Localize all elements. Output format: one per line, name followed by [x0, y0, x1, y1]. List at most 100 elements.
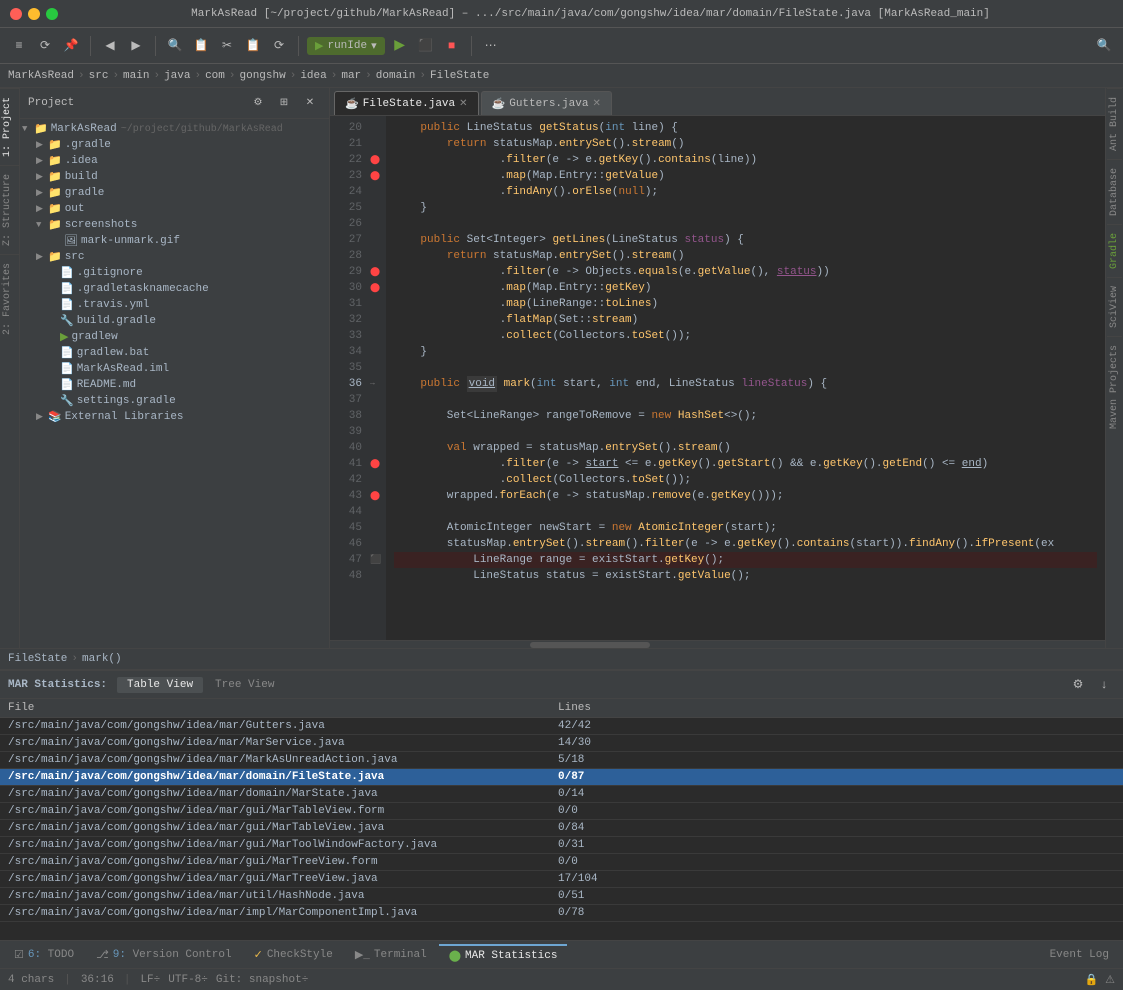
- tab-tree-view[interactable]: Tree View: [205, 677, 284, 693]
- scrollbar-horizontal[interactable]: [330, 640, 1105, 648]
- col-header-lines[interactable]: Lines: [550, 699, 1123, 718]
- close-button[interactable]: [10, 8, 22, 20]
- sidebar-settings-icon[interactable]: ⚙: [247, 92, 269, 114]
- tree-item-readme[interactable]: 📄 README.md: [20, 377, 329, 393]
- code-content[interactable]: public LineStatus getStatus(int line) { …: [386, 116, 1105, 640]
- tree-item-build[interactable]: ▶ 📁 build: [20, 169, 329, 185]
- toolbar-play-btn[interactable]: ▶: [389, 35, 411, 57]
- tree-item-gif[interactable]: 🖼 mark-unmark.gif: [20, 233, 329, 249]
- vtab-favorites[interactable]: 2: Favorites: [0, 254, 19, 343]
- tool-tab-todo[interactable]: ☑ 6: TODO: [4, 945, 84, 965]
- tree-item-gradlefolder[interactable]: ▶ 📁 gradle: [20, 185, 329, 201]
- toolbar-btn-1[interactable]: ≡: [8, 35, 30, 57]
- tree-item-out[interactable]: ▶ 📁 out: [20, 201, 329, 217]
- tree-item-screenshots[interactable]: ▼ 📁 screenshots: [20, 217, 329, 233]
- status-icon-2[interactable]: ⚠: [1105, 975, 1115, 987]
- toolbar-back[interactable]: ◀: [99, 35, 121, 57]
- maven-panel[interactable]: Maven Projects: [1107, 336, 1122, 437]
- bc-idea[interactable]: idea: [300, 70, 326, 82]
- table-row[interactable]: /src/main/java/com/gongshw/idea/mar/MarS…: [0, 735, 1123, 752]
- tool-tab-checkstyle[interactable]: ✓ CheckStyle: [244, 945, 343, 965]
- toolbar-btn-3[interactable]: 📌: [60, 35, 82, 57]
- database-panel[interactable]: Database: [1107, 159, 1122, 224]
- scroll-thumb[interactable]: [530, 642, 650, 648]
- toolbar-btn-5[interactable]: 📋: [190, 35, 212, 57]
- bc-gongshw[interactable]: gongshw: [240, 70, 286, 82]
- sidebar-expand-icon[interactable]: ⊞: [273, 92, 295, 114]
- toolbar-search[interactable]: 🔍: [1093, 35, 1115, 57]
- ant-build-panel[interactable]: Ant Build: [1107, 88, 1122, 159]
- table-row[interactable]: /src/main/java/com/gongshw/idea/mar/doma…: [0, 786, 1123, 803]
- tree-item-travis[interactable]: 📄 .travis.yml: [20, 297, 329, 313]
- col-header-file[interactable]: File: [0, 699, 550, 718]
- table-row[interactable]: /src/main/java/com/gongshw/idea/mar/Gutt…: [0, 718, 1123, 735]
- tree-item-buildgradle[interactable]: 🔧 build.gradle: [20, 313, 329, 329]
- table-row[interactable]: /src/main/java/com/gongshw/idea/mar/gui/…: [0, 837, 1123, 854]
- status-position[interactable]: 36:16: [81, 974, 114, 986]
- tree-item-gitignore[interactable]: 📄 .gitignore: [20, 265, 329, 281]
- toolbar-btn-4[interactable]: 🔍: [164, 35, 186, 57]
- table-row[interactable]: /src/main/java/com/gongshw/idea/mar/doma…: [0, 769, 1123, 786]
- bottom-settings-icon[interactable]: ⚙: [1067, 674, 1089, 696]
- toolbar-debug-btn[interactable]: ⬛: [415, 35, 437, 57]
- tree-item-iml[interactable]: 📄 MarkAsRead.iml: [20, 361, 329, 377]
- tree-item-gradle[interactable]: ▶ 📁 .gradle: [20, 137, 329, 153]
- gradle-panel[interactable]: Gradle: [1107, 224, 1122, 277]
- tree-item-gradletask[interactable]: 📄 .gradletasknamecache: [20, 281, 329, 297]
- run-button[interactable]: ▶ runIde ▾: [307, 37, 385, 55]
- status-vcs[interactable]: Git: snapshot÷: [216, 974, 308, 986]
- bc-domain[interactable]: domain: [376, 70, 416, 82]
- status-icon-1[interactable]: 🔒: [1085, 975, 1099, 987]
- toolbar-btn-6[interactable]: ✂: [216, 35, 238, 57]
- tool-tab-mar[interactable]: ⬤ MAR Statistics: [439, 944, 568, 966]
- toolbar-btn-2[interactable]: ⟳: [34, 35, 56, 57]
- tool-tab-eventlog[interactable]: Event Log: [1040, 946, 1119, 964]
- bc-java[interactable]: java: [164, 70, 190, 82]
- tab-filestate[interactable]: ☕ FileState.java ✕: [334, 91, 479, 115]
- loc-mark[interactable]: mark(): [82, 653, 122, 665]
- tab-gutters-close[interactable]: ✕: [592, 98, 600, 110]
- bc-mar[interactable]: mar: [341, 70, 361, 82]
- tab-table-view[interactable]: Table View: [117, 677, 203, 693]
- loc-filestate[interactable]: FileState: [8, 653, 67, 665]
- minimize-button[interactable]: [28, 8, 40, 20]
- tool-tab-terminal[interactable]: ▶_ Terminal: [345, 945, 437, 965]
- toolbar-btn-7[interactable]: 📋: [242, 35, 264, 57]
- toolbar-forward[interactable]: ▶: [125, 35, 147, 57]
- table-row[interactable]: /src/main/java/com/gongshw/idea/mar/Mark…: [0, 752, 1123, 769]
- toolbar-stop-btn[interactable]: ■: [441, 35, 463, 57]
- tree-item-settingsgradle[interactable]: 🔧 settings.gradle: [20, 393, 329, 409]
- toolbar-more[interactable]: ⋯: [480, 35, 502, 57]
- code-editor[interactable]: 20 21 22 23 24 25 26 27 28 29 30 31 32 3…: [330, 116, 1105, 640]
- tool-tab-vcs[interactable]: ⎇ 9: Version Control: [86, 945, 242, 965]
- table-row[interactable]: /src/main/java/com/gongshw/idea/mar/gui/…: [0, 820, 1123, 837]
- bc-com[interactable]: com: [205, 70, 225, 82]
- tree-item-idea[interactable]: ▶ 📁 .idea: [20, 153, 329, 169]
- tree-item-gradlew[interactable]: ▶ gradlew: [20, 329, 329, 345]
- table-row[interactable]: /src/main/java/com/gongshw/idea/mar/util…: [0, 888, 1123, 905]
- sciview-panel[interactable]: SciView: [1107, 277, 1122, 336]
- table-row[interactable]: /src/main/java/com/gongshw/idea/mar/gui/…: [0, 871, 1123, 888]
- status-chars[interactable]: 4 chars: [8, 974, 54, 986]
- status-encoding[interactable]: UTF-8÷: [168, 974, 208, 986]
- tab-gutters[interactable]: ☕ Gutters.java ✕: [481, 91, 612, 115]
- bc-filestate[interactable]: FileState: [430, 70, 489, 82]
- vtab-project[interactable]: 1: Project: [0, 88, 19, 165]
- sidebar-close-icon[interactable]: ✕: [299, 92, 321, 114]
- bc-main[interactable]: main: [123, 70, 149, 82]
- tree-item-external-libs[interactable]: ▶ 📚 External Libraries: [20, 409, 329, 425]
- bottom-close-icon[interactable]: ↓: [1093, 674, 1115, 696]
- mar-table-container[interactable]: File Lines /src/main/java/com/gongshw/id…: [0, 699, 1123, 940]
- tree-item-markasread[interactable]: ▼ 📁 MarkAsRead ~/project/github/MarkAsRe…: [20, 121, 329, 137]
- tab-filestate-close[interactable]: ✕: [459, 98, 467, 110]
- status-lf[interactable]: LF÷: [140, 974, 160, 986]
- table-row[interactable]: /src/main/java/com/gongshw/idea/mar/impl…: [0, 905, 1123, 922]
- bc-src[interactable]: src: [89, 70, 109, 82]
- table-row[interactable]: /src/main/java/com/gongshw/idea/mar/gui/…: [0, 854, 1123, 871]
- vtab-structure[interactable]: Z: Structure: [0, 165, 19, 254]
- maximize-button[interactable]: [46, 8, 58, 20]
- toolbar-btn-8[interactable]: ⟳: [268, 35, 290, 57]
- bc-markasread[interactable]: MarkAsRead: [8, 70, 74, 82]
- table-row[interactable]: /src/main/java/com/gongshw/idea/mar/gui/…: [0, 803, 1123, 820]
- tree-item-src[interactable]: ▶ 📁 src: [20, 249, 329, 265]
